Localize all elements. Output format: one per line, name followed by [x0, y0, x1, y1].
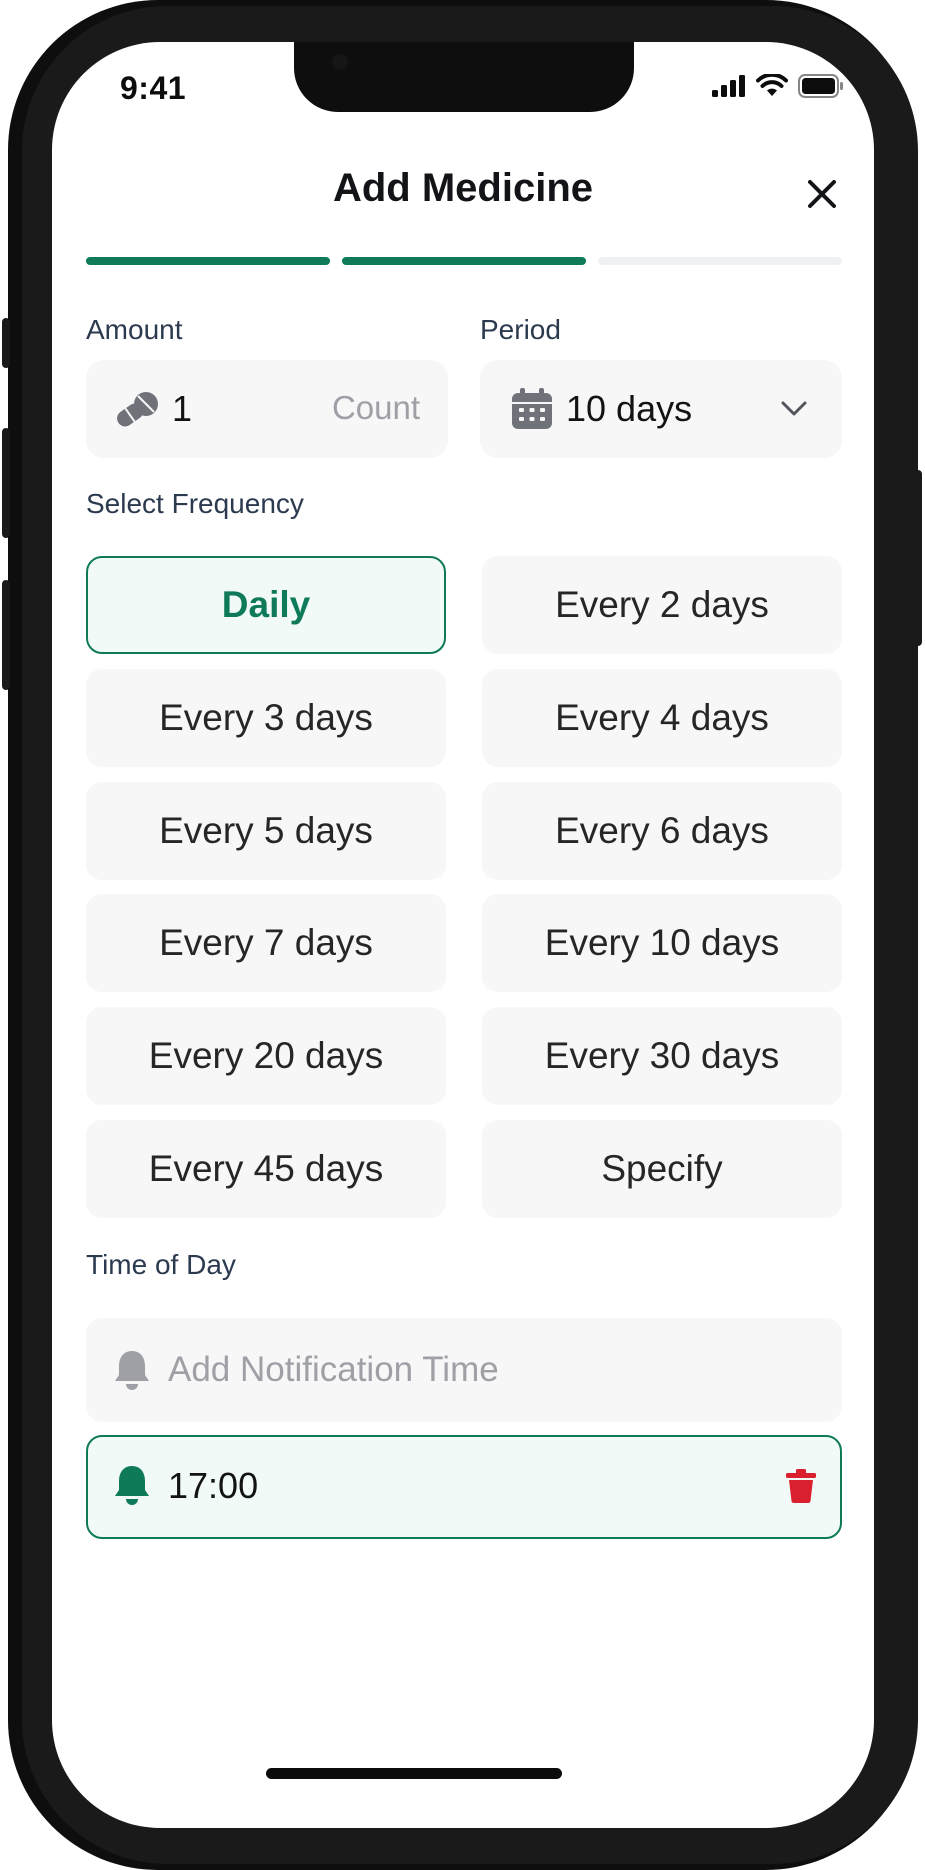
amount-value: 1 — [172, 388, 193, 429]
pill-icon — [117, 392, 158, 427]
progress-step — [86, 257, 330, 265]
chevron-down-icon — [781, 401, 807, 416]
wifi-icon — [756, 74, 788, 96]
step-progress — [86, 257, 842, 265]
frequency-option[interactable]: Every 10 days — [482, 894, 842, 992]
notch — [294, 42, 634, 112]
frequency-option[interactable]: Every 3 days — [86, 669, 446, 767]
period-select[interactable]: 10 days — [480, 360, 842, 458]
amount-label: Amount — [86, 314, 183, 345]
frequency-option-specify[interactable]: Specify — [482, 1120, 842, 1218]
add-notification-time-button[interactable]: Add Notification Time — [86, 1318, 842, 1422]
add-notification-placeholder: Add Notification Time — [168, 1350, 499, 1389]
frequency-label: Select Frequency — [86, 488, 304, 519]
frequency-option[interactable]: Every 7 days — [86, 894, 446, 992]
notification-time-item[interactable]: 17:00 — [86, 1435, 842, 1539]
period-value: 10 days — [566, 388, 693, 429]
period-label: Period — [480, 314, 561, 345]
status-icons — [712, 74, 844, 98]
frequency-option[interactable]: Every 20 days — [86, 1007, 446, 1105]
camera — [332, 54, 348, 70]
status-time: 9:41 — [120, 70, 187, 106]
bell-icon — [115, 1351, 149, 1390]
home-indicator[interactable] — [266, 1768, 562, 1779]
side-button-volume-down — [2, 580, 10, 690]
frequency-option[interactable]: Every 6 days — [482, 782, 842, 880]
close-icon[interactable] — [804, 176, 840, 212]
frequency-option[interactable]: Every 30 days — [482, 1007, 842, 1105]
frequency-option[interactable]: Every 2 days — [482, 556, 842, 654]
amount-field[interactable]: 1 Count — [86, 360, 448, 458]
trash-icon[interactable] — [786, 1469, 816, 1503]
side-button-volume-up — [2, 428, 10, 538]
frequency-option[interactable]: Every 45 days — [86, 1120, 446, 1218]
side-button-power — [914, 470, 922, 646]
bell-icon — [115, 1466, 149, 1505]
frequency-option-daily[interactable]: Daily — [86, 556, 446, 654]
progress-step — [342, 257, 586, 265]
frequency-option[interactable]: Every 5 days — [86, 782, 446, 880]
time-of-day-label: Time of Day — [86, 1249, 236, 1280]
battery-icon — [798, 74, 843, 98]
progress-step — [598, 257, 842, 265]
screen: 9:41 Add Medicine Amount 1 Count Period … — [52, 42, 874, 1828]
calendar-icon — [512, 388, 552, 429]
frequency-option[interactable]: Every 4 days — [482, 669, 842, 767]
notification-time-value: 17:00 — [168, 1465, 259, 1506]
page-title: Add Medicine — [332, 166, 594, 210]
amount-unit: Count — [331, 389, 420, 426]
side-button-mute — [2, 318, 10, 368]
signal-icon — [712, 75, 745, 97]
